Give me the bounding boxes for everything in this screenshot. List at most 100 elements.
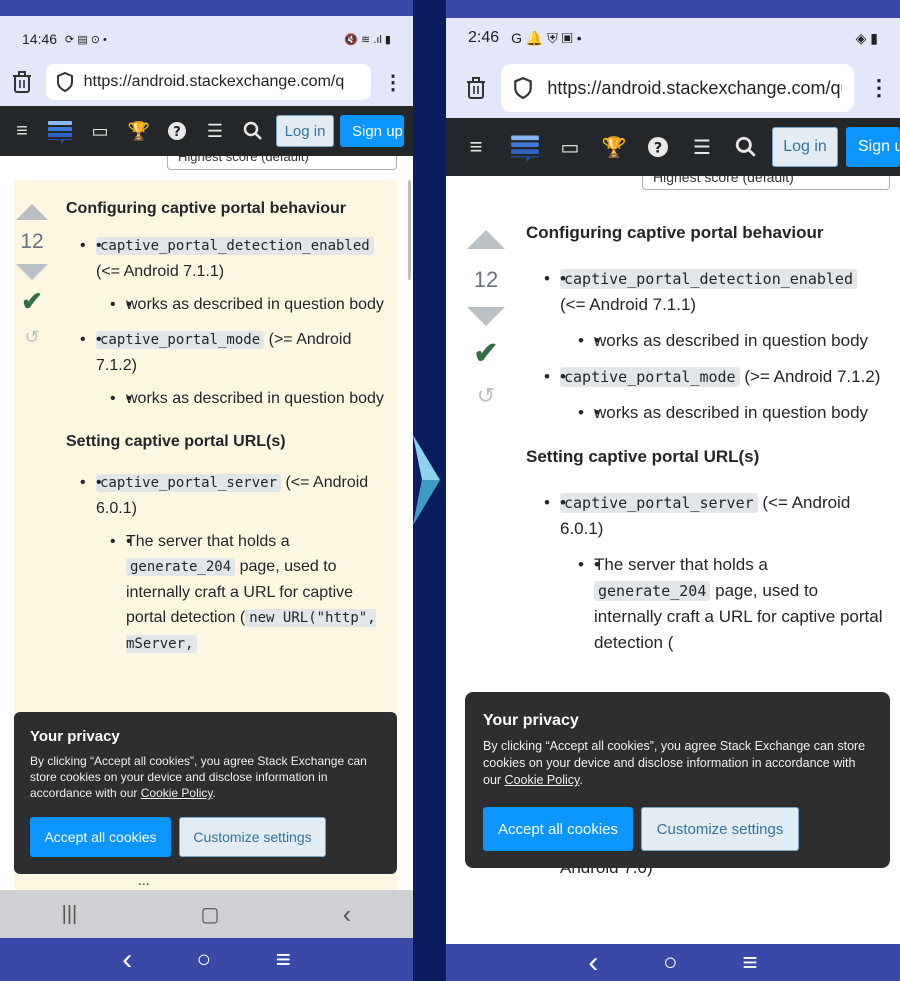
accept-cookies-button[interactable]: Accept all cookies [30,817,171,857]
scrollbar[interactable] [408,180,411,280]
item-text: (<= Android 7.1.1) [96,263,225,280]
list-item: • captive_portal_mode (>= Android 7.1.2)… [544,364,886,426]
downvote-button[interactable] [16,264,48,280]
config-list: • captive_portal_detection_enabled (<= A… [66,233,386,411]
stack-exchange-logo[interactable] [40,118,80,144]
list-item: •The server that holds a generate_204 pa… [110,529,386,657]
back-nav-icon[interactable]: ‹ [343,899,352,930]
item-text: works as described in question body [126,296,384,313]
item-text: works as described in question body [594,403,869,422]
vote-score: 12 [20,230,44,253]
hamburger-icon[interactable]: ≡ [464,134,488,160]
cookie-title: Your privacy [483,712,579,729]
code-portal-mode: captive_portal_mode [560,367,740,387]
list-item: •works as described in question body [578,400,886,426]
shield-icon [513,77,533,99]
cookie-body-end: . [212,786,216,800]
split-screen-stage: 14:46 ⟳ ▤ ⊙ • 🔇 ≋ .ıl ▮ https://android.… [0,0,900,981]
page-content: Highest score (default) 12 ✔ ↺ Configuri… [446,176,900,896]
trash-icon[interactable] [10,71,34,93]
cookie-policy-link[interactable]: Cookie Policy [505,773,580,787]
menu-icon[interactable]: ≡ [742,947,757,978]
cookie-consent-banner: Your privacy By clicking “Accept all coo… [465,692,890,868]
browser-menu-icon[interactable]: ⋮ [383,70,403,95]
customize-settings-button[interactable]: Customize settings [641,807,799,851]
browser-menu-icon[interactable]: ⋮ [868,75,890,101]
sort-dropdown[interactable]: Highest score (default) [642,176,890,190]
hamburger-icon[interactable]: ≡ [10,120,34,143]
config-list: • captive_portal_detection_enabled (<= A… [526,266,886,426]
answer-body: Configuring captive portal behaviour • c… [526,220,886,656]
browser-url-bar: https://android.stackexchange.com/qu ⋮ [446,58,900,118]
url-field[interactable]: https://android.stackexchange.com/qu [501,64,854,112]
trophy-icon[interactable]: 🏆 [592,135,636,160]
site-switcher-icon[interactable]: ☰ [680,135,724,160]
code-detection-enabled: captive_portal_detection_enabled [560,269,857,289]
page-content: Highest score (default) 12 ✔ ↺ Configuri… [0,156,413,890]
recents-nav-icon[interactable]: ||| [62,903,78,926]
history-icon[interactable]: ↺ [477,383,495,409]
cookie-title: Your privacy [30,728,120,745]
cookie-body-end: . [579,773,583,787]
inbox-icon[interactable]: ▭ [548,135,592,160]
search-icon[interactable] [234,121,272,141]
help-icon[interactable]: ? [636,137,680,157]
home-icon[interactable]: ○ [663,949,678,977]
list-item: • captive_portal_detection_enabled (<= A… [80,233,386,317]
code-portal-server: captive_portal_server [96,474,282,492]
accepted-check-icon: ✔ [21,286,43,316]
left-phone-screen: 14:46 ⟳ ▤ ⊙ • 🔇 ≋ .ıl ▮ https://android.… [0,0,413,981]
site-switcher-icon[interactable]: ☰ [196,121,234,142]
inbox-icon[interactable]: ▭ [80,121,120,142]
code-generate-204: generate_204 [594,581,711,601]
accept-cookies-button[interactable]: Accept all cookies [483,807,633,851]
vote-column: 12 ✔ ↺ [467,230,505,409]
app-nav-bar: ||| ▢ ‹ [0,890,413,938]
help-icon[interactable]: ? [158,122,196,140]
item-text: (>= Android 7.1.2) [744,367,881,386]
item-text: (<= Android 7.1.1) [560,295,697,314]
item-text: The server that holds a [594,555,768,574]
signup-button[interactable]: Sign up [340,115,404,147]
list-item: •works as described in question body [578,328,886,354]
menu-icon[interactable]: ≡ [276,944,291,975]
stack-exchange-logo[interactable] [502,132,548,162]
code-portal-mode: captive_portal_mode [96,331,265,349]
back-icon[interactable]: ‹ [588,946,598,980]
list-item: •The server that holds a generate_204 pa… [578,552,886,656]
trash-icon[interactable] [464,77,487,99]
url-text: https://android.stackexchange.com/q [83,73,345,90]
login-button[interactable]: Log in [772,127,838,167]
customize-settings-button[interactable]: Customize settings [179,817,326,857]
url-list: • captive_portal_server (<= Android 6.0.… [66,470,386,657]
history-icon[interactable]: ↺ [24,327,39,348]
upvote-button[interactable] [16,204,48,220]
url-list: • captive_portal_server (<= Android 6.0.… [526,490,886,656]
login-button[interactable]: Log in [276,115,334,147]
browser-url-bar: https://android.stackexchange.com/q ⋮ [0,58,413,106]
site-topbar: ≡ ▭ 🏆 ? ☰ Log in Sign up [0,106,413,156]
signup-button[interactable]: Sign u [846,127,900,167]
search-icon[interactable] [724,136,768,158]
trophy-icon[interactable]: 🏆 [120,121,158,142]
system-nav-bar: ‹ ○ ≡ [446,944,900,981]
cookie-body: By clicking “Accept all cookies”, you ag… [483,738,872,789]
home-icon[interactable]: ○ [197,946,212,974]
top-strip [446,0,900,18]
cookie-policy-link[interactable]: Cookie Policy [141,786,213,800]
home-nav-icon[interactable]: ▢ [200,902,219,927]
svg-text:?: ? [654,141,662,157]
downvote-button[interactable] [467,307,505,326]
vote-score: 12 [473,267,499,292]
upvote-button[interactable] [467,230,505,249]
url-field[interactable]: https://android.stackexchange.com/q [45,64,371,100]
site-topbar: ≡ ▭ 🏆 ? ☰ Log in Sign u [446,118,900,176]
status-time: 14:46 [22,31,58,47]
status-notification-icons: G 🔔 ⛨ ▣ • [511,29,582,46]
sort-dropdown[interactable]: Highest score (default) [167,156,397,170]
back-icon[interactable]: ‹ [122,943,132,977]
sort-label: Highest score (default) [178,156,309,164]
cookie-consent-banner: Your privacy By clicking “Accept all coo… [14,712,397,874]
item-text: works as described in question body [126,390,384,407]
list-item: • captive_portal_server (<= Android 6.0.… [80,470,386,657]
